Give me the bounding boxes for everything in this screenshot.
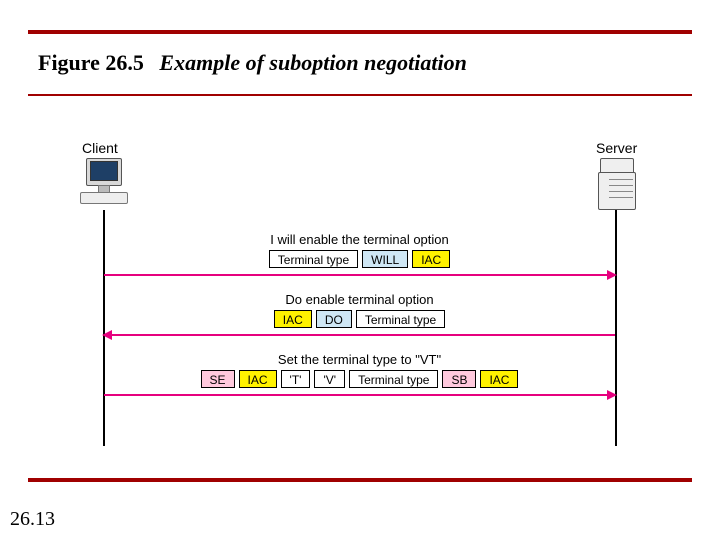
packet-iac: IAC (239, 370, 277, 388)
figure-title: Figure 26.5 Example of suboption negotia… (38, 50, 467, 76)
packet-se: SE (201, 370, 235, 388)
packet-char-v: 'V' (314, 370, 345, 388)
msg2-caption: Do enable terminal option (104, 292, 615, 307)
top-rule (28, 30, 692, 34)
msg3-arrow (104, 394, 615, 396)
msg1-arrow (104, 274, 615, 276)
packet-will: WILL (362, 250, 408, 268)
client-label: Client (82, 140, 118, 156)
msg3-caption: Set the terminal type to "VT" (104, 352, 615, 367)
msg1-caption: I will enable the terminal option (104, 232, 615, 247)
packet-sb: SB (442, 370, 476, 388)
packet-do: DO (316, 310, 352, 328)
packet-terminal-type: Terminal type (356, 310, 445, 328)
slide: Figure 26.5 Example of suboption negotia… (0, 0, 720, 540)
figure-caption: Example of suboption negotiation (159, 50, 466, 75)
server-label: Server (596, 140, 637, 156)
arrow-right-icon (607, 390, 617, 400)
sequence-diagram: Client Server I will enable the terminal… (60, 140, 660, 460)
bottom-rule (28, 478, 692, 482)
packet-char-t: 'T' (281, 370, 311, 388)
packet-terminal-type: Terminal type (349, 370, 438, 388)
server-lifeline (615, 210, 617, 446)
server-tower-icon (594, 158, 638, 208)
msg2-arrow (104, 334, 615, 336)
msg2-packets: IAC DO Terminal type (104, 310, 615, 330)
packet-iac: IAC (412, 250, 450, 268)
figure-label: Figure 26.5 (38, 50, 144, 75)
page-number: 26.13 (10, 508, 55, 531)
packet-iac: IAC (480, 370, 518, 388)
msg3-packets: SE IAC 'T' 'V' Terminal type SB IAC (104, 370, 615, 390)
mid-rule (28, 94, 692, 96)
arrow-right-icon (607, 270, 617, 280)
packet-terminal-type: Terminal type (269, 250, 358, 268)
arrow-left-icon (102, 330, 112, 340)
client-computer-icon (76, 158, 130, 208)
msg1-packets: Terminal type WILL IAC (104, 250, 615, 270)
packet-iac: IAC (274, 310, 312, 328)
